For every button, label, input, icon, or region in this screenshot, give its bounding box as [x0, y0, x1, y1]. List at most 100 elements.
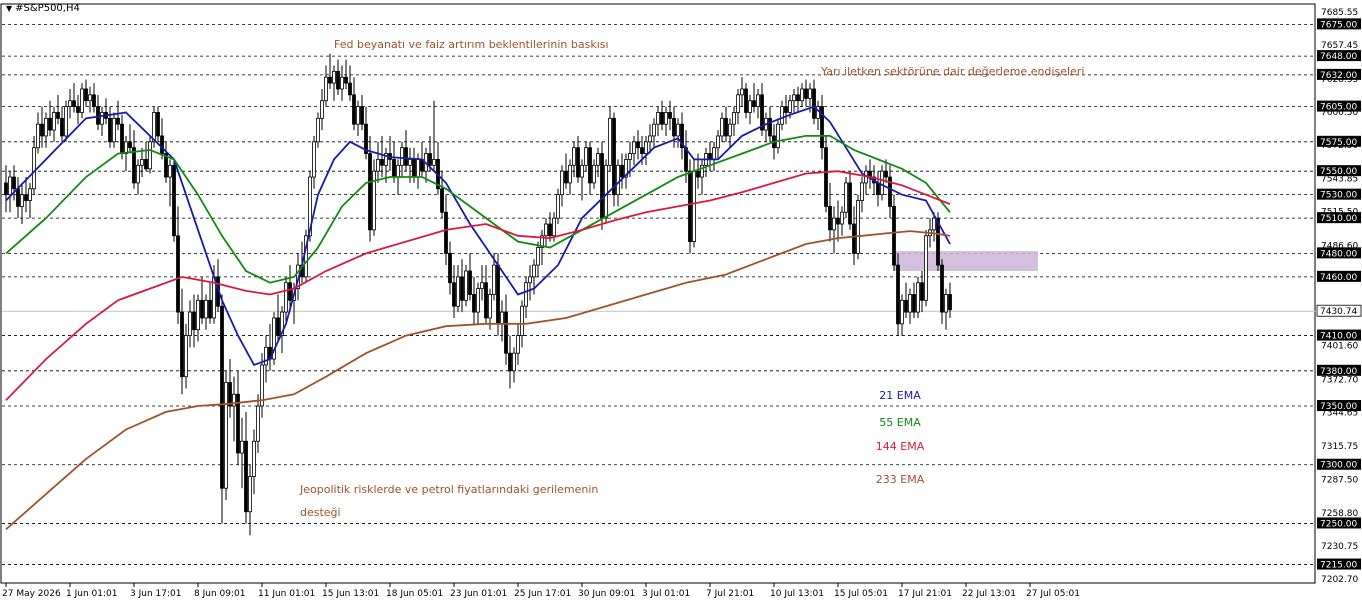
level-price-label: 7300.00: [1320, 461, 1357, 471]
candle-body: [160, 135, 164, 154]
level-price-label: 7675.00: [1320, 20, 1357, 30]
dropdown-triangle-icon[interactable]: ▼: [6, 4, 12, 13]
candle-body: [200, 299, 204, 319]
legend-label: 55 EMA: [879, 416, 921, 429]
candle-body: [504, 311, 508, 354]
candle-body: [136, 164, 140, 184]
candle-body: [552, 217, 556, 237]
candle-body: [188, 311, 192, 336]
time-tick-label: 22 Jul 13:01: [962, 589, 1016, 599]
candle-body: [132, 147, 136, 184]
candle-body: [780, 106, 784, 125]
candle-body: [224, 382, 228, 489]
candle-body: [68, 100, 72, 107]
time-tick-label: 8 Jun 09:01: [194, 589, 245, 599]
candle-body: [472, 294, 476, 313]
candle-body: [52, 112, 56, 131]
candle-body: [668, 112, 672, 119]
candle-body: [536, 247, 540, 266]
candle-body: [500, 311, 504, 325]
candle-body: [128, 141, 132, 149]
candle-body: [584, 147, 588, 166]
candle-body: [588, 147, 592, 184]
candle-body: [576, 147, 580, 178]
candle-body: [440, 188, 444, 213]
candle-body: [832, 217, 836, 231]
time-tick-label: 3 Jul 01:01: [642, 589, 690, 599]
candle-body: [580, 164, 584, 178]
candle-body: [620, 164, 624, 178]
candle-body: [632, 141, 636, 154]
candle-body: [468, 270, 472, 295]
candle-body: [548, 223, 552, 237]
candle-body: [264, 346, 268, 366]
candle-body: [412, 159, 416, 178]
candle-body: [900, 299, 904, 325]
level-price-label: 7380.00: [1320, 367, 1357, 377]
candle-body: [896, 264, 900, 325]
level-price-label: 7410.00: [1320, 332, 1357, 342]
candle-body: [20, 194, 24, 207]
candle-body: [168, 164, 172, 178]
candle-body: [112, 117, 116, 143]
price-tick-label: 7685.55: [1321, 8, 1358, 18]
level-price-label: 7510.00: [1320, 214, 1357, 224]
time-tick-label: 11 Jun 01:01: [258, 589, 315, 599]
candle-body: [376, 159, 380, 172]
price-chart[interactable]: 7685.557657.457628.357600.507572.307543.…: [0, 0, 1362, 603]
chart-window[interactable]: ▼ #S&P500,H4 7685.55 7657.45 7628.35 7600.50…: [0, 0, 1362, 603]
candle-body: [812, 88, 816, 119]
candle-body: [524, 282, 528, 307]
candle-body: [824, 147, 828, 207]
candle-body: [344, 76, 348, 84]
candle-body: [748, 100, 752, 113]
candle-body: [396, 164, 400, 178]
time-tick-label: 27 Jul 05:01: [1026, 589, 1080, 599]
candle-body: [456, 276, 460, 307]
legend-label: 21 EMA: [879, 389, 921, 402]
legend-label: 144 EMA: [876, 440, 925, 453]
candle-body: [76, 106, 80, 113]
time-tick-label: 27 May 2026: [2, 589, 61, 599]
level-price-label: 7480.00: [1320, 249, 1357, 259]
candle-body: [840, 211, 844, 225]
candle-body: [16, 188, 20, 207]
candle-body: [320, 100, 324, 119]
resistance-zone: [894, 251, 1038, 271]
level-price-label: 7250.00: [1320, 519, 1357, 529]
candle-body: [784, 106, 788, 113]
time-tick-label: 15 Jun 13:01: [322, 589, 379, 599]
candle-body: [480, 282, 484, 290]
candle-body: [856, 200, 860, 254]
candle-body: [728, 123, 732, 137]
price-tick-label: 7230.75: [1321, 542, 1358, 552]
candle-body: [176, 235, 180, 313]
candle-body: [448, 252, 452, 284]
candle-body: [496, 264, 500, 325]
candle-body: [528, 276, 532, 284]
candle-body: [64, 106, 68, 137]
candle-body: [776, 123, 780, 149]
candle-body: [404, 147, 408, 166]
candle-body: [860, 182, 864, 201]
candle-body: [596, 153, 600, 166]
candle-body: [352, 94, 356, 125]
candle-body: [36, 123, 40, 149]
candle-body: [204, 299, 208, 319]
candle-body: [756, 94, 760, 107]
annotation-text: Jeopolitik risklerde ve petrol fiyatları…: [299, 483, 598, 496]
candle-body: [72, 100, 76, 107]
candle-body: [564, 170, 568, 184]
candle-body: [228, 382, 232, 407]
candle-body: [120, 123, 124, 154]
candle-body: [732, 112, 736, 125]
candle-body: [876, 182, 880, 196]
candle-body: [24, 194, 28, 201]
candle-body: [912, 294, 916, 313]
level-price-label: 7648.00: [1320, 52, 1357, 62]
time-tick-label: 23 Jun 01:01: [450, 589, 507, 599]
level-price-label: 7550.00: [1320, 167, 1357, 177]
candle-body: [140, 159, 144, 166]
plot-frame: [0, 3, 1316, 584]
candle-body: [652, 123, 656, 137]
